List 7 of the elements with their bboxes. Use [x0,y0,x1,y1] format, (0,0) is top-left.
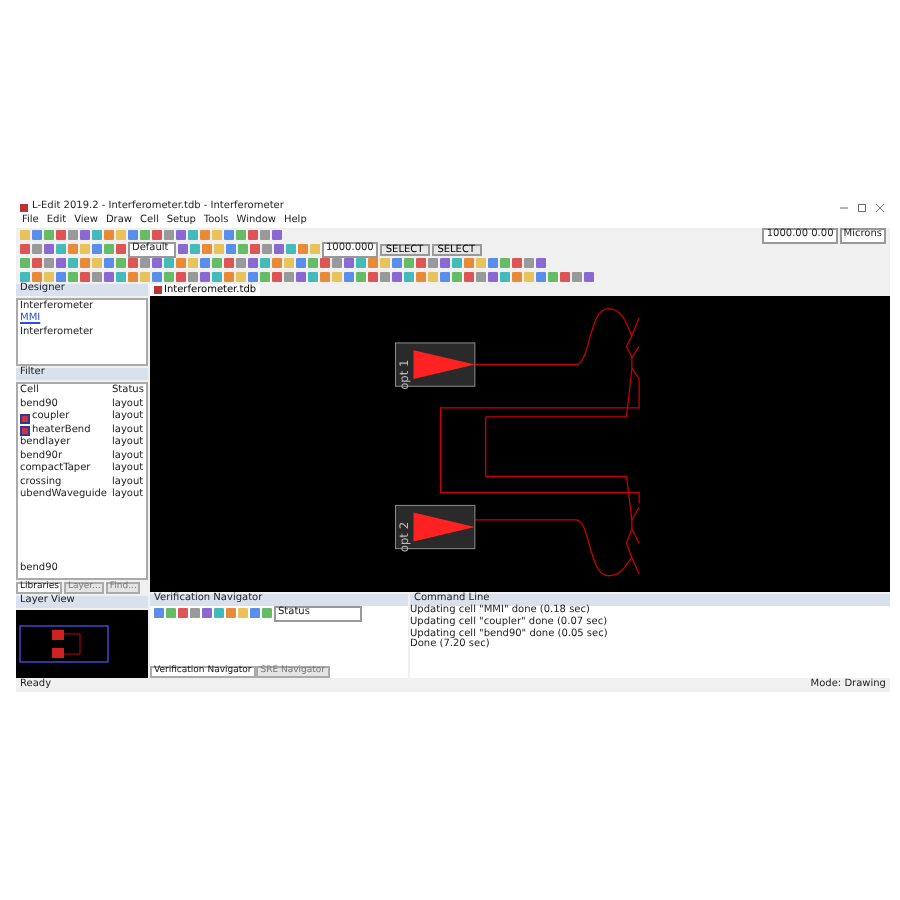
cell-icon [20,426,30,436]
taper-drawing [395,504,476,550]
close-button[interactable] [872,201,886,213]
maximize-button[interactable] [854,201,868,213]
taper-drawing [395,342,476,387]
app-icon [20,203,28,211]
cell-icon [20,413,30,423]
